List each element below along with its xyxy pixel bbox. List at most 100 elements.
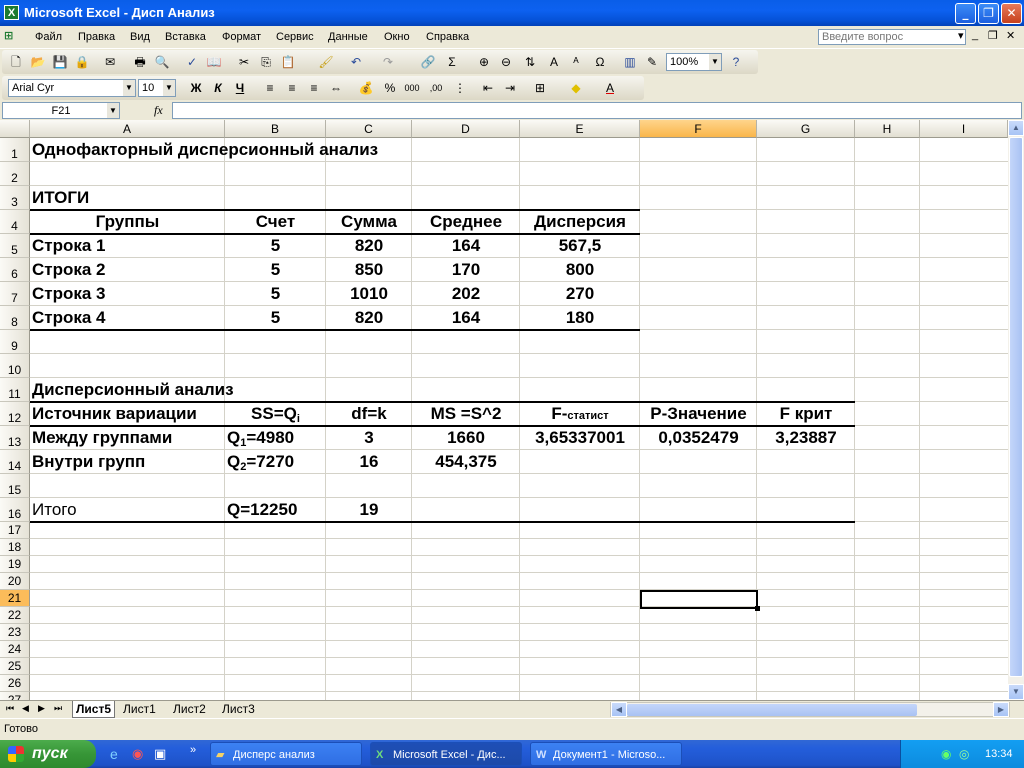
- symbol-icon[interactable]: Ω: [592, 54, 608, 70]
- tray-icon-1[interactable]: ◉: [941, 740, 951, 768]
- column-header[interactable]: B: [225, 120, 326, 138]
- zoom-out-icon[interactable]: ⊖: [498, 54, 514, 70]
- summary-value[interactable]: 164: [414, 234, 518, 258]
- vertical-scrollbar[interactable]: ▲ ▼: [1008, 120, 1024, 700]
- anova-total-df[interactable]: 19: [328, 498, 410, 522]
- summary-value[interactable]: 800: [522, 258, 638, 282]
- row-header[interactable]: 23: [0, 624, 30, 641]
- research-icon[interactable]: 📖: [206, 54, 222, 70]
- anova-between-p[interactable]: 0,0352479: [642, 426, 755, 450]
- doc-close-icon[interactable]: ✕: [1006, 29, 1015, 42]
- task-folder[interactable]: ▰ Дисперс анализ: [210, 742, 362, 766]
- task-excel[interactable]: X Microsoft Excel - Дис...: [370, 742, 522, 766]
- chart-wizard-icon[interactable]: ▥: [622, 54, 638, 70]
- doc-minimize-icon[interactable]: _: [972, 29, 978, 41]
- summary-value[interactable]: 202: [414, 282, 518, 306]
- save-icon[interactable]: 💾: [52, 54, 68, 70]
- summary-value[interactable]: 5: [227, 258, 324, 282]
- summary-value[interactable]: 270: [522, 282, 638, 306]
- anova-header-fcrit[interactable]: F крит: [759, 402, 853, 426]
- drawing-icon[interactable]: ✎: [644, 54, 660, 70]
- summary-value[interactable]: 180: [522, 306, 638, 330]
- hyperlink-icon[interactable]: 🔗: [420, 54, 436, 70]
- summary-value[interactable]: 164: [414, 306, 518, 330]
- format-painter-icon[interactable]: 🖌: [318, 54, 334, 70]
- first-sheet-icon[interactable]: ⏮: [6, 703, 14, 714]
- currency-icon[interactable]: 💰: [358, 80, 374, 96]
- autosum-icon[interactable]: Σ: [444, 54, 460, 70]
- ask-question-input[interactable]: Введите вопрос: [818, 29, 966, 45]
- increase-decimal-icon[interactable]: ,00: [428, 80, 444, 96]
- row-header[interactable]: 20: [0, 573, 30, 590]
- align-center-icon[interactable]: ≡: [284, 80, 300, 96]
- redo-icon[interactable]: ↷: [380, 54, 396, 70]
- column-header[interactable]: H: [855, 120, 920, 138]
- summary-header[interactable]: Среднее: [414, 210, 518, 234]
- next-sheet-icon[interactable]: ▶: [38, 703, 45, 714]
- increase-indent-icon[interactable]: ⇥: [502, 80, 518, 96]
- menu-data[interactable]: Данные: [328, 31, 368, 43]
- menu-tools[interactable]: Сервис: [276, 31, 314, 43]
- summary-value[interactable]: 567,5: [522, 234, 638, 258]
- restore-button[interactable]: ❐: [978, 3, 999, 24]
- spreadsheet-grid[interactable]: A B C D E F G H I 1 2 3 4 5 6 7 8 9 10 11 12 13 14 15 16 17 18 19 20…: [0, 120, 1008, 700]
- vertical-scroll-thumb[interactable]: [1009, 137, 1023, 677]
- function-icon[interactable]: fx: [154, 103, 163, 118]
- quicklaunch-icon[interactable]: ◉: [132, 746, 143, 762]
- excel-icon[interactable]: X: [4, 5, 19, 20]
- row-header[interactable]: 5: [0, 234, 30, 258]
- tab-list1[interactable]: Лист1: [120, 701, 159, 717]
- sort-asc-icon[interactable]: ⇅: [522, 54, 538, 70]
- column-header[interactable]: D: [412, 120, 520, 138]
- new-icon[interactable]: 🗋: [8, 54, 24, 70]
- summary-header[interactable]: Счет: [227, 210, 324, 234]
- underline-button[interactable]: Ч: [232, 80, 248, 96]
- summary-header[interactable]: Группы: [32, 210, 223, 234]
- column-header[interactable]: A: [30, 120, 225, 138]
- paste-icon[interactable]: 📋: [280, 54, 296, 70]
- column-header[interactable]: E: [520, 120, 640, 138]
- fill-handle[interactable]: [755, 606, 760, 611]
- align-right-icon[interactable]: ≡: [306, 80, 322, 96]
- row-header[interactable]: 25: [0, 658, 30, 675]
- tab-list5[interactable]: Лист5: [72, 701, 116, 718]
- horizontal-scrollbar[interactable]: ◀ ▶: [610, 702, 1010, 717]
- fill-color-icon[interactable]: ◆: [568, 80, 584, 96]
- prev-sheet-icon[interactable]: ◀: [22, 703, 29, 714]
- summary-group-label[interactable]: Строка 1: [32, 234, 223, 258]
- spelling-icon[interactable]: ✓: [184, 54, 200, 70]
- column-header[interactable]: I: [920, 120, 1008, 138]
- summary-header[interactable]: Сумма: [328, 210, 410, 234]
- close-button[interactable]: ✕: [1001, 3, 1022, 24]
- anova-header-source[interactable]: Источник вариации: [32, 402, 223, 426]
- last-sheet-icon[interactable]: ⏭: [54, 703, 62, 714]
- anova-title[interactable]: Дисперсионный анализ: [32, 378, 432, 402]
- row-header[interactable]: 12: [0, 402, 30, 426]
- scroll-left-icon[interactable]: ◀: [611, 702, 627, 717]
- row-header[interactable]: 9: [0, 330, 30, 354]
- chevron-down-icon[interactable]: ▼: [123, 80, 135, 96]
- office-icon[interactable]: ▣: [154, 746, 166, 762]
- minimize-button[interactable]: _: [955, 3, 976, 24]
- merge-center-icon[interactable]: ⇔: [328, 80, 344, 96]
- anova-header-ss[interactable]: SS=Qi: [227, 402, 324, 426]
- chevron-down-icon[interactable]: ▼: [163, 80, 175, 96]
- tab-list3[interactable]: Лист3: [219, 701, 258, 717]
- row-header[interactable]: 24: [0, 641, 30, 658]
- chevron-down-icon[interactable]: ▼: [709, 54, 721, 70]
- menu-help[interactable]: Справка: [426, 31, 469, 43]
- row-header[interactable]: 10: [0, 354, 30, 378]
- anova-within-ms[interactable]: 454,375: [414, 450, 518, 474]
- align-left-icon[interactable]: ≡: [262, 80, 278, 96]
- ie-icon[interactable]: e: [110, 746, 118, 762]
- decrease-decimal-icon[interactable]: ⋮: [452, 80, 468, 96]
- anova-within-df[interactable]: 16: [328, 450, 410, 474]
- name-box[interactable]: F21 ▼: [2, 102, 120, 119]
- row-header[interactable]: 18: [0, 539, 30, 556]
- column-header[interactable]: C: [326, 120, 412, 138]
- summary-group-label[interactable]: Строка 3: [32, 282, 223, 306]
- anova-header-p[interactable]: P-Значение: [642, 402, 755, 426]
- row-header[interactable]: 22: [0, 607, 30, 624]
- undo-icon[interactable]: ↶: [348, 54, 364, 70]
- anova-between-ms[interactable]: 1660: [414, 426, 518, 450]
